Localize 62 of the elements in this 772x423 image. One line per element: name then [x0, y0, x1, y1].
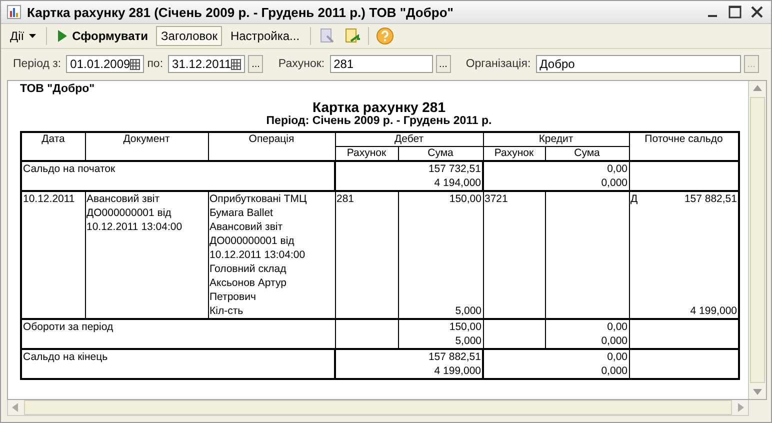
table-cell: 157 882,51 4 199,000: [335, 349, 483, 379]
calendar-icon[interactable]: [231, 58, 242, 70]
maximize-icon[interactable]: [727, 4, 743, 20]
document-arrow-icon[interactable]: [342, 27, 361, 45]
column-header: Рахунок: [483, 146, 545, 161]
calendar-icon[interactable]: [130, 58, 140, 70]
column-header: Дата: [21, 132, 85, 161]
scroll-right-icon[interactable]: [738, 403, 744, 412]
generate-button[interactable]: Сформувати: [52, 26, 154, 46]
organization-field[interactable]: Добро: [536, 55, 741, 73]
balance-side: Д: [630, 192, 638, 206]
table-cell: 3721: [483, 191, 545, 319]
account-select-button[interactable]: ...: [436, 55, 451, 73]
period-select-button[interactable]: ...: [248, 55, 264, 73]
settings-button[interactable]: Настройка...: [225, 26, 305, 46]
column-header: Рахунок: [335, 146, 398, 161]
report-title: Картка рахунку 281: [312, 99, 446, 115]
table-cell: Оприбутковані ТМЦ Бумага Ballet Авансовий звіт ДО000000001 від 10.12.2011 13:04:00 Головний склад Аксьонов Артур Петрович Кіл-сть: [208, 191, 335, 319]
scroll-left-icon[interactable]: [12, 403, 18, 412]
table-cell-text: 4 199,000: [689, 304, 737, 318]
table-cell: Сальдо на кінець: [21, 349, 335, 379]
report-subtitle: Період: Січень 2009 р. - Грудень 2011 р.: [265, 115, 493, 127]
table-cell: 150,00 5,000: [398, 319, 483, 349]
account-label: Рахунок:: [278, 58, 325, 70]
vertical-scrollbar[interactable]: [748, 81, 766, 399]
table-cell: 10.12.2011: [21, 191, 85, 319]
scroll-up-icon[interactable]: [753, 85, 762, 91]
period-from-field[interactable]: 01.01.2009: [66, 55, 144, 73]
actions-menu[interactable]: Дії: [5, 26, 42, 46]
column-header: Документ: [85, 132, 208, 161]
account-field[interactable]: 281: [330, 55, 433, 73]
column-header: Операція: [208, 132, 335, 161]
window-title: Картка рахунку 281 (Січень 2009 р. - Грудень 2011 р.) ТОВ "Добро": [27, 4, 454, 20]
help-icon[interactable]: [376, 27, 394, 45]
organization-label: Організація:: [466, 58, 531, 70]
column-header: Дебет: [335, 132, 483, 146]
table-cell: 0,00 0,000: [483, 349, 629, 379]
table-cell: 150,00 5,000: [398, 191, 483, 319]
scroll-down-icon[interactable]: [753, 389, 762, 395]
table-cell: 0,00 0,000: [545, 319, 629, 349]
document-icon[interactable]: [318, 27, 336, 45]
close-icon[interactable]: [749, 4, 765, 20]
caret-icon: [29, 34, 36, 38]
period-to-field[interactable]: 31.12.2011: [168, 55, 246, 73]
table-cell: 157 882,51: [684, 192, 737, 206]
header-toggle-button[interactable]: Заголовок: [156, 26, 222, 46]
chart-icon: [7, 5, 21, 19]
column-header: Сума: [545, 146, 629, 161]
table-cell: 281: [335, 191, 398, 319]
table-cell: Обороти за період: [21, 319, 335, 349]
column-header: Кредит: [483, 132, 629, 146]
column-header: Поточне сальдо: [629, 132, 739, 161]
organization-name: ТОВ "Добро": [20, 83, 96, 95]
horizontal-scrollbar[interactable]: [7, 400, 749, 416]
play-icon: [57, 30, 68, 42]
period-to-label: по:: [147, 58, 164, 70]
table-cell: 0,00 0,000: [483, 161, 629, 191]
period-from-label: Період з:: [13, 58, 62, 70]
column-header: Сума: [398, 146, 483, 161]
table-cell: Сальдо на початок: [21, 161, 335, 191]
table-cell: 157 732,51 4 194,000: [335, 161, 483, 191]
table-cell: Авансовий звіт ДО000000001 від 10.12.2011 13:04:00: [85, 191, 208, 319]
